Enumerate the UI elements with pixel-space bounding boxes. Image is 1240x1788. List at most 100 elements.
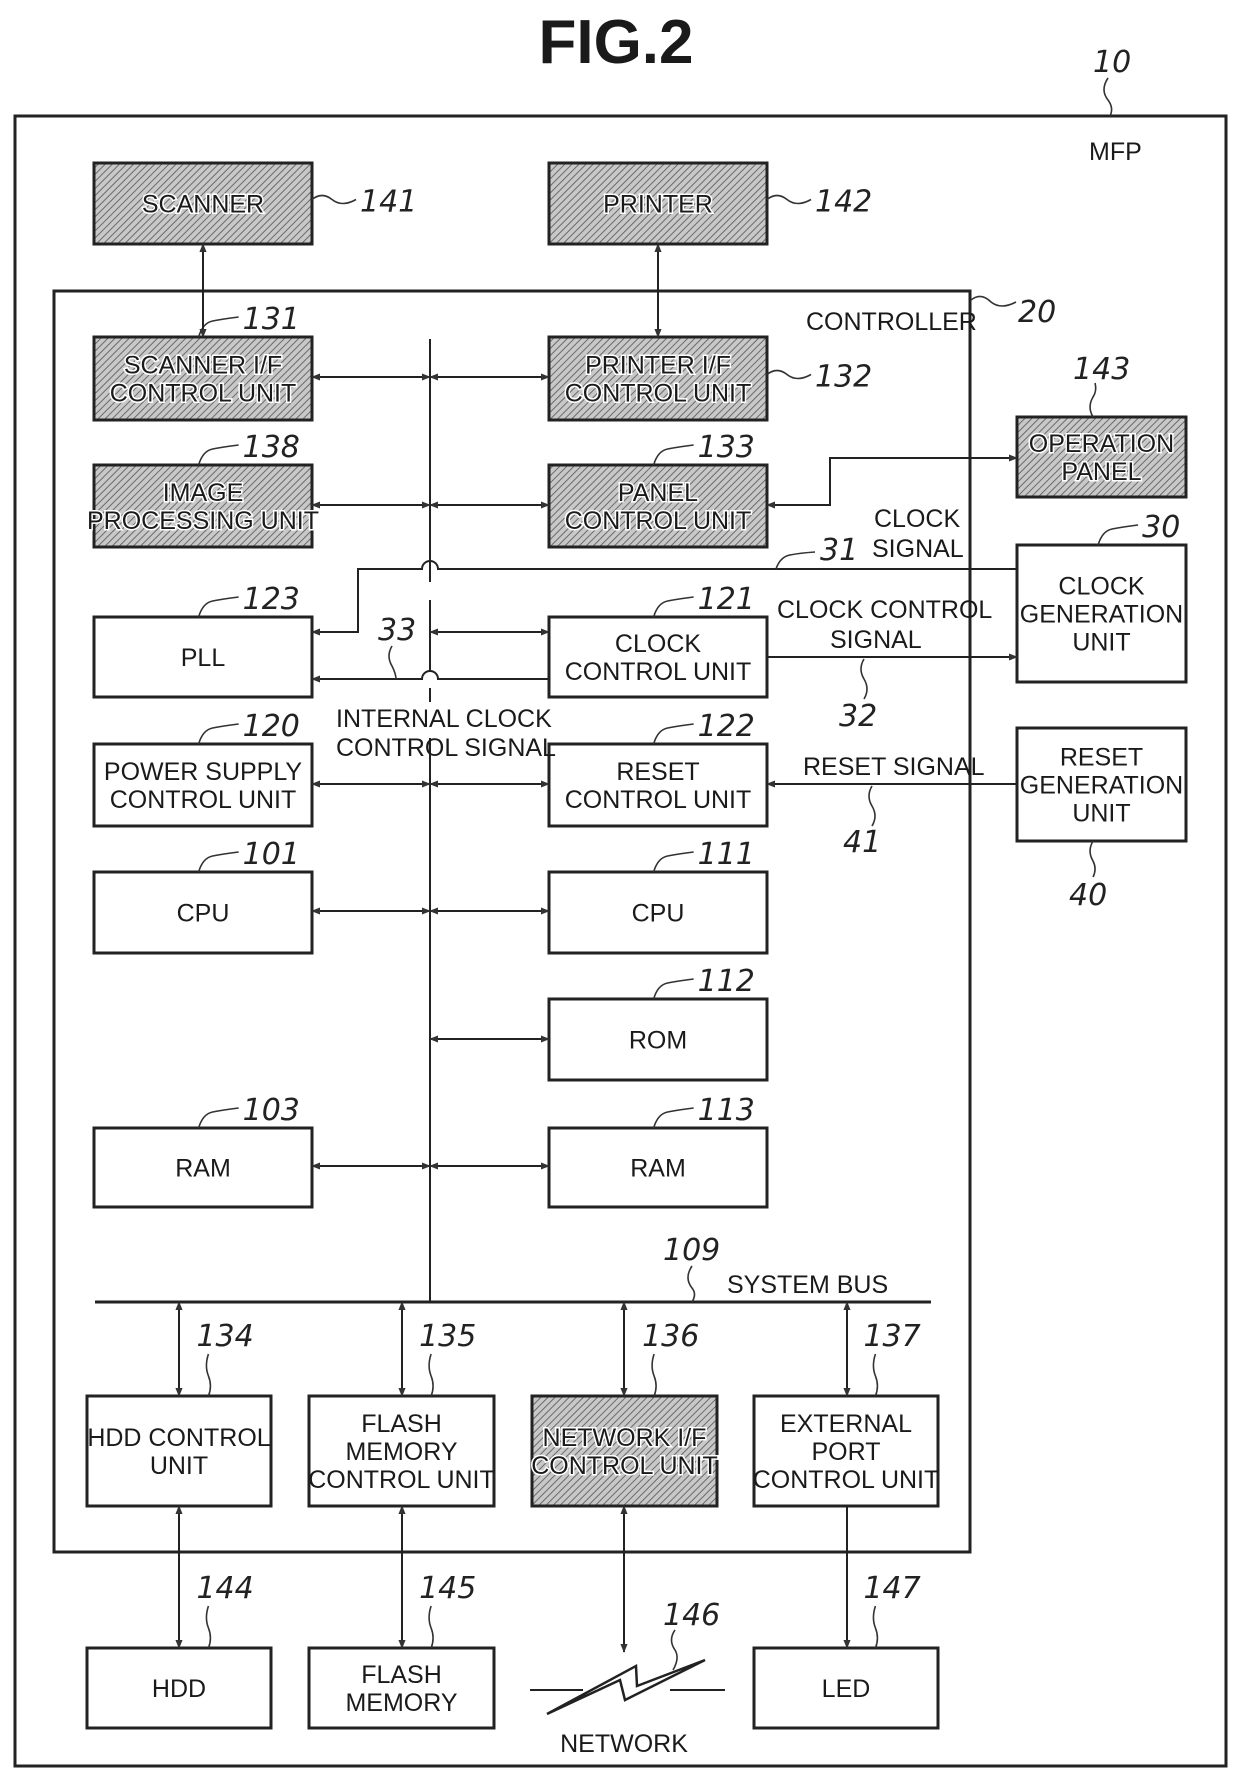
block-label: SCANNER I/F <box>124 352 282 380</box>
ref-numeral: 142 <box>815 185 872 220</box>
internal-clock-signal-line <box>311 670 549 683</box>
block-power-supply: POWER SUPPLYCONTROL UNIT 120 <box>92 709 314 828</box>
block-label: CLOCK <box>1058 573 1144 601</box>
block-label: CONTROL UNIT <box>308 1466 495 1494</box>
block-label: RESET <box>616 758 699 786</box>
block-label: CONTROL UNIT <box>110 380 297 408</box>
block-label: UNIT <box>150 1452 208 1480</box>
block-label: RAM <box>175 1155 231 1183</box>
block-ram-103: RAM 103 <box>92 1093 314 1209</box>
block-label: POWER SUPPLY <box>104 758 303 786</box>
block-label: CLOCK <box>615 630 701 658</box>
ref-leader <box>197 723 239 745</box>
block-label: UNIT <box>1072 629 1130 657</box>
ref-leader <box>197 596 239 618</box>
internal-clock-ref: 33 <box>378 613 416 648</box>
ref-numeral: 134 <box>196 1319 253 1354</box>
ref-leader <box>428 1353 434 1397</box>
network-label: NETWORK <box>560 1730 688 1758</box>
block-printer: PRINTER 142 <box>547 161 872 246</box>
ref-leader <box>197 851 239 873</box>
block-panel-control: PANELCONTROL UNIT 133 <box>547 430 769 549</box>
block-label: CONTROL UNIT <box>531 1452 718 1480</box>
block-label: HDD CONTROL <box>87 1424 270 1452</box>
clock-control-signal-ref: 32 <box>839 699 877 734</box>
block-label: PLL <box>181 644 226 672</box>
mfp-label: MFP <box>1089 138 1142 166</box>
block-label: PROCESSING UNIT <box>87 507 319 535</box>
controller-ref: 20 <box>1018 295 1056 330</box>
reset-signal-label: RESET SIGNAL <box>803 753 985 781</box>
block-cpu-111: CPU 111 <box>547 837 769 955</box>
block-reset-generation: RESETGENERATIONUNIT 40 <box>1015 726 1188 913</box>
block-label: SCANNER <box>142 191 264 219</box>
clock-signal-ref: 31 <box>820 533 858 568</box>
block-label: MEMORY <box>345 1438 457 1466</box>
internal-clock-label-2: CONTROL SIGNAL <box>336 734 556 762</box>
block-ram-113: RAM 113 <box>547 1093 769 1209</box>
network-icon <box>530 1658 725 1716</box>
ref-numeral: 138 <box>243 430 300 465</box>
block-label: PANEL <box>618 479 698 507</box>
block-label: PANEL <box>1061 458 1141 486</box>
clock-control-signal-label-1: CLOCK CONTROL <box>777 596 992 624</box>
block-label: EXTERNAL <box>780 1410 912 1438</box>
ref-leader <box>766 369 812 380</box>
ref-leader <box>652 723 694 745</box>
ref-numeral: 147 <box>863 1571 920 1606</box>
ref-leader <box>311 194 357 205</box>
ref-leader <box>197 316 239 338</box>
block-label: OPERATION <box>1029 430 1174 458</box>
ref-leader <box>651 1353 657 1397</box>
controller-leader <box>970 295 1017 307</box>
ref-numeral: 122 <box>698 709 755 744</box>
ref-numeral: 103 <box>243 1093 300 1128</box>
network-ref: 146 <box>663 1598 720 1633</box>
ref-leader <box>652 851 694 873</box>
block-operation-panel: OPERATIONPANEL 143 <box>1015 352 1188 499</box>
block-label: PORT <box>812 1438 881 1466</box>
reset-signal-ref: 41 <box>843 825 881 860</box>
ref-numeral: 40 <box>1069 878 1107 913</box>
ref-numeral: 133 <box>698 430 755 465</box>
block-label: ROM <box>629 1027 687 1055</box>
ref-leader <box>1089 382 1097 418</box>
mfp-leader <box>1103 77 1113 117</box>
ref-leader <box>197 444 239 466</box>
block-label: CONTROL UNIT <box>110 786 297 814</box>
block-label: HDD <box>152 1675 206 1703</box>
figure-title: FIG.2 <box>538 8 693 77</box>
block-label: NETWORK I/F <box>543 1424 707 1452</box>
block-cpu-101: CPU 101 <box>92 837 314 955</box>
ref-numeral: 30 <box>1142 510 1180 545</box>
ref-leader <box>1089 840 1096 878</box>
ref-numeral: 111 <box>698 837 755 872</box>
block-label: GENERATION <box>1020 772 1183 800</box>
ref-leader <box>197 1107 239 1129</box>
block-label: MEMORY <box>345 1689 457 1717</box>
ref-numeral: 137 <box>863 1319 920 1354</box>
block-label: PRINTER <box>603 191 713 219</box>
ref-leader <box>652 978 694 1000</box>
block-label: CONTROL UNIT <box>565 786 752 814</box>
block-image-processing: IMAGEPROCESSING UNIT 138 <box>86 430 320 549</box>
ref-numeral: 121 <box>698 582 755 617</box>
ref-leader <box>1097 524 1139 546</box>
block-clock-control: CLOCKCONTROL UNIT 121 <box>547 582 769 699</box>
ref-numeral: 123 <box>243 582 300 617</box>
clock-signal-label-1: CLOCK <box>874 505 960 533</box>
mfp-block-diagram: FIG.2 MFP 10 CONTROLLER 20 SCANNER 141 PRI… <box>13 8 1228 1768</box>
ref-numeral: 135 <box>419 1319 476 1354</box>
ref-numeral: 136 <box>642 1319 699 1354</box>
block-printer-if: PRINTER I/FCONTROL UNIT 132 <box>547 335 872 422</box>
operation-panel-link <box>766 454 1018 509</box>
block-pll: PLL 123 <box>92 582 314 699</box>
block-label: RESET <box>1060 744 1143 772</box>
block-reset-control: RESETCONTROL UNIT 122 <box>547 709 769 828</box>
controller-label: CONTROLLER <box>806 308 977 336</box>
clock-signal-label-2: SIGNAL <box>872 535 964 563</box>
block-label: CONTROL UNIT <box>565 380 752 408</box>
block-clock-generation: CLOCKGENERATIONUNIT 30 <box>1015 510 1188 684</box>
clock-control-signal-leader <box>860 658 868 700</box>
block-label: CONTROL UNIT <box>565 507 752 535</box>
